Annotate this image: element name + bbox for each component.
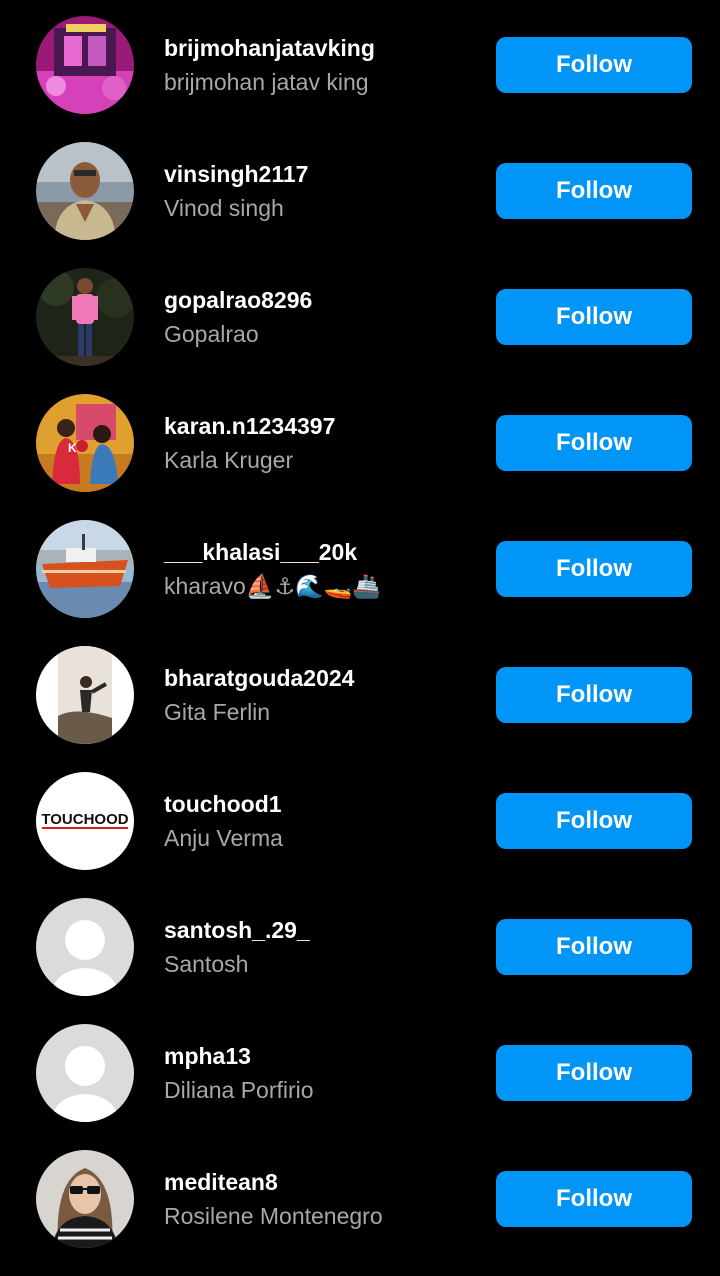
full-name: Vinod singh — [164, 195, 284, 221]
full-name: Diliana Porfirio — [164, 1077, 314, 1103]
username[interactable]: ___khalasi___20k — [164, 538, 357, 566]
follow-button[interactable]: Follow — [496, 541, 692, 597]
suggested-accounts-list: brijmohanjatavking brijmohan jatav king … — [0, 0, 720, 1267]
full-name: Karla Kruger — [164, 447, 294, 473]
list-item[interactable]: vinsingh2117 Vinod singh Follow — [0, 142, 720, 268]
avatar[interactable] — [36, 646, 134, 744]
username[interactable]: mpha13 — [164, 1042, 251, 1070]
avatar[interactable] — [36, 16, 134, 114]
touchood-logo-avatar: TOUCHOOD — [36, 772, 134, 870]
avatar[interactable] — [36, 520, 134, 618]
list-item[interactable]: TOUCHOOD touchood1 Anju Verma Follow — [0, 772, 720, 898]
follow-button[interactable]: Follow — [496, 163, 692, 219]
full-name: Anju Verma — [164, 825, 283, 851]
list-item[interactable]: santosh_.29_ Santosh Follow — [0, 898, 720, 1024]
follow-button[interactable]: Follow — [496, 37, 692, 93]
avatar[interactable] — [36, 268, 134, 366]
full-name: Gita Ferlin — [164, 699, 271, 725]
follow-button[interactable]: Follow — [496, 289, 692, 345]
follow-button[interactable]: Follow — [496, 919, 692, 975]
full-name: Santosh — [164, 951, 249, 977]
username[interactable]: meditean8 — [164, 1168, 278, 1196]
svg-text:K: K — [68, 441, 77, 455]
stage-photo-avatar — [36, 16, 134, 114]
boat-photo-avatar — [36, 520, 134, 618]
follow-button[interactable]: Follow — [496, 667, 692, 723]
list-item[interactable]: brijmohanjatavking brijmohan jatav king … — [0, 16, 720, 142]
man-portrait-photo-avatar — [36, 142, 134, 240]
default-avatar-icon — [36, 898, 134, 996]
avatar[interactable]: K — [36, 394, 134, 492]
username[interactable]: bharatgouda2024 — [164, 664, 354, 692]
full-name: Gopalrao — [164, 321, 259, 347]
avatar[interactable] — [36, 898, 134, 996]
follow-button[interactable]: Follow — [496, 415, 692, 471]
person-on-rock-photo-avatar — [36, 646, 134, 744]
woman-sunglasses-photo-avatar — [36, 1150, 134, 1248]
avatar[interactable] — [36, 1150, 134, 1248]
list-item[interactable]: mpha13 Diliana Porfirio Follow — [0, 1024, 720, 1150]
man-standing-photo-avatar — [36, 268, 134, 366]
svg-text:TOUCHOOD: TOUCHOOD — [41, 811, 128, 828]
username[interactable]: vinsingh2117 — [164, 160, 308, 188]
avatar[interactable] — [36, 1024, 134, 1122]
full-name: kharavo⛵⚓🌊🚤🚢 — [164, 573, 381, 599]
avatar[interactable]: TOUCHOOD — [36, 772, 134, 870]
follow-button[interactable]: Follow — [496, 793, 692, 849]
username[interactable]: brijmohanjatavking — [164, 34, 375, 62]
list-item[interactable]: gopalrao8296 Gopalrao Follow — [0, 268, 720, 394]
follow-button[interactable]: Follow — [496, 1045, 692, 1101]
username[interactable]: gopalrao8296 — [164, 286, 312, 314]
default-avatar-icon — [36, 1024, 134, 1122]
list-item[interactable]: K karan.n1234397 Karla Kruger Follow — [0, 394, 720, 520]
follow-button[interactable]: Follow — [496, 1171, 692, 1227]
username[interactable]: touchood1 — [164, 790, 282, 818]
list-item[interactable]: bharatgouda2024 Gita Ferlin Follow — [0, 646, 720, 772]
list-item[interactable]: meditean8 Rosilene Montenegro Follow — [0, 1150, 720, 1276]
avatar[interactable] — [36, 142, 134, 240]
full-name: brijmohan jatav king — [164, 69, 369, 95]
full-name: Rosilene Montenegro — [164, 1203, 383, 1229]
username[interactable]: santosh_.29_ — [164, 916, 310, 944]
couple-photo-avatar: K — [36, 394, 134, 492]
username[interactable]: karan.n1234397 — [164, 412, 335, 440]
list-item[interactable]: ___khalasi___20k kharavo⛵⚓🌊🚤🚢 Follow — [0, 520, 720, 646]
